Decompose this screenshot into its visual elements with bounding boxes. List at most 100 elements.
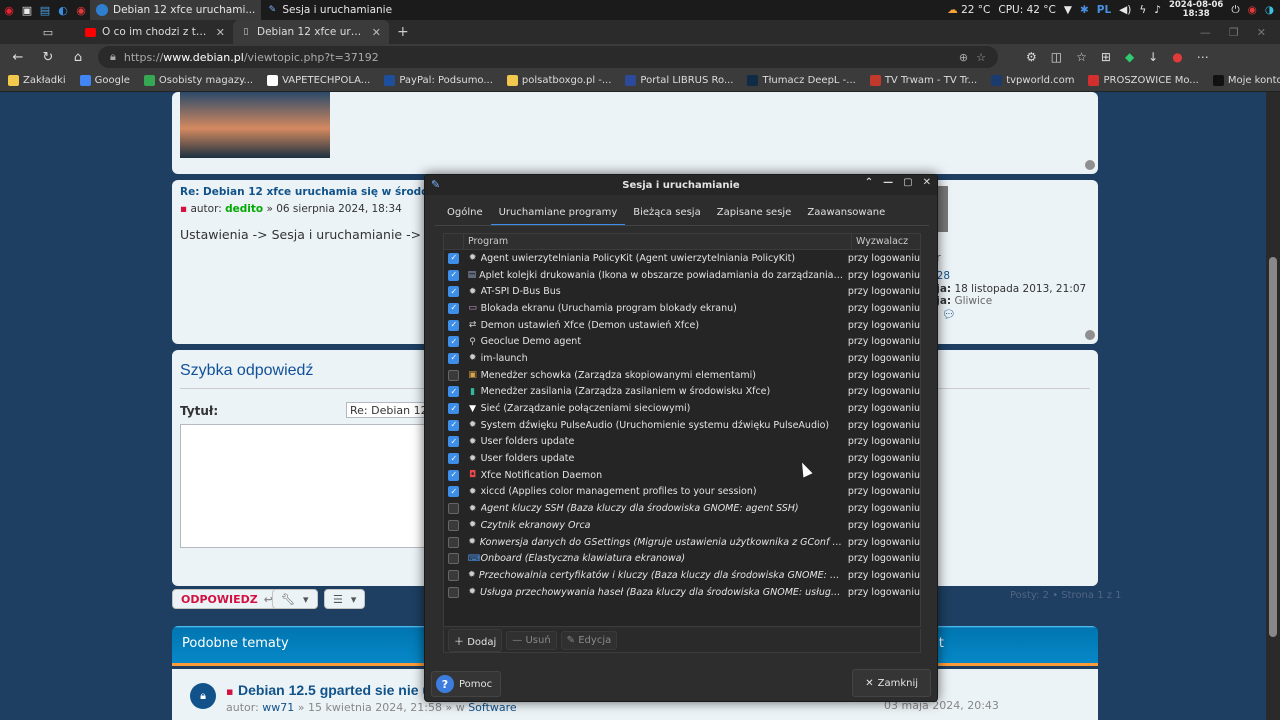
more-icon[interactable]: ⋯: [1197, 50, 1209, 64]
network-icon[interactable]: ▼: [1064, 4, 1072, 16]
enable-checkbox[interactable]: ✓: [448, 319, 460, 331]
autostart-row[interactable]: ✓ ✹ User folders update przy logowaniu: [444, 434, 920, 451]
bookmark-item[interactable]: Tłumacz DeepL -...: [747, 75, 856, 86]
tab-debian[interactable]: ▯ Debian 12 xfce uruchamia si ✕: [233, 20, 389, 44]
bookmark-item[interactable]: VAPETECHPOLA...: [267, 75, 370, 86]
enable-checkbox[interactable]: [448, 569, 460, 581]
downloads-icon[interactable]: ↓: [1148, 50, 1158, 64]
url-bar[interactable]: 🔒︎ https://www.debian.pl/viewtopic.php?t…: [98, 46, 998, 68]
enable-checkbox[interactable]: ✓: [448, 252, 460, 264]
autostart-row[interactable]: ✓ ✹ im-launch przy logowaniu: [444, 350, 920, 367]
add-button[interactable]: ＋ Dodaj: [448, 629, 503, 652]
weather-widget[interactable]: ☁ 22 °C: [947, 4, 990, 16]
enable-checkbox[interactable]: ✓: [448, 469, 460, 481]
sort-button[interactable]: ☰ ▾: [324, 589, 366, 609]
notifications-icon[interactable]: ♪: [1154, 4, 1161, 16]
topic-tools-button[interactable]: 🔧︎ ▾: [272, 589, 318, 609]
enable-checkbox[interactable]: [448, 553, 460, 565]
bookmark-item[interactable]: PayPal: Podsumo...: [384, 75, 493, 86]
power-icon[interactable]: ⏻: [1231, 4, 1239, 17]
home-icon[interactable]: ⌂: [68, 50, 88, 65]
contact-icon[interactable]: 💬︎: [942, 308, 956, 321]
bookmark-item[interactable]: TV Trwam - TV Tr...: [869, 75, 977, 86]
close-tab-icon[interactable]: ✕: [372, 26, 381, 39]
vpn-icon[interactable]: ◆: [1125, 50, 1134, 64]
file-manager-icon[interactable]: ▤: [37, 2, 53, 18]
enable-checkbox[interactable]: [448, 536, 460, 548]
close-button[interactable]: ✕ Zamknij: [852, 669, 931, 697]
help-button[interactable]: ? Pomoc: [431, 671, 502, 697]
autostart-row[interactable]: ✹ Przechowalnia certyfikatów i kluczy (Ba…: [444, 567, 920, 584]
enable-checkbox[interactable]: [448, 586, 460, 598]
tab-youtube[interactable]: O co im chodzi z tym Imagi ✕: [77, 20, 233, 44]
page-scrollbar[interactable]: [1266, 92, 1280, 720]
autostart-row[interactable]: ✓ ◘ Xfce Notification Daemon przy logowaniu: [444, 467, 920, 484]
enable-checkbox[interactable]: ✓: [448, 436, 460, 448]
reload-icon[interactable]: ↻: [38, 50, 58, 65]
similar-topic-title[interactable]: Debian 12.5 gparted sie nie ur: [238, 682, 436, 698]
favorites-icon[interactable]: ☆: [1076, 50, 1087, 64]
dialog-tab[interactable]: Uruchamiane programy: [490, 205, 626, 226]
minimize-icon[interactable]: —: [1200, 26, 1211, 39]
enable-checkbox[interactable]: ✓: [448, 352, 460, 364]
app-menu-icon[interactable]: ◉: [1, 2, 17, 18]
autostart-row[interactable]: ✹ Czytnik ekranowy Orca przy logowaniu: [444, 517, 920, 534]
autostart-row[interactable]: ✹ Agent kluczy SSH (Baza kluczy dla środo…: [444, 500, 920, 517]
new-tab-button[interactable]: +: [397, 24, 409, 40]
enable-checkbox[interactable]: [448, 519, 460, 531]
autostart-row[interactable]: ✹ Usługa przechowywania haseł (Baza klucz…: [444, 584, 920, 601]
autostart-row[interactable]: ✓ ▮ Menedżer zasilania (Zarządza zasilanie…: [444, 384, 920, 401]
enable-checkbox[interactable]: ✓: [448, 486, 460, 498]
similar-author-link[interactable]: ww71: [262, 701, 294, 714]
tab-actions-icon[interactable]: ▭: [40, 24, 56, 40]
vivaldi-launcher-icon[interactable]: ◉: [73, 2, 89, 18]
enable-checkbox[interactable]: ✓: [448, 419, 460, 431]
enable-checkbox[interactable]: ✓: [448, 302, 460, 314]
scrollbar-thumb[interactable]: [1269, 257, 1277, 637]
enable-checkbox[interactable]: ✓: [448, 336, 460, 348]
maximize-icon[interactable]: ❐: [1229, 26, 1239, 39]
zoom-icon[interactable]: ⊕: [959, 51, 968, 64]
autostart-row[interactable]: ⌨ Onboard (Elastyczna klawiatura ekranowa…: [444, 550, 920, 567]
vivaldi-tray-icon[interactable]: ◉: [1248, 4, 1257, 16]
autostart-row[interactable]: ✹ Konwersja danych do GSettings (Migruje …: [444, 534, 920, 551]
autostart-row[interactable]: ✓ ⚲ Geoclue Demo agent przy logowaniu: [444, 333, 920, 350]
bookmark-item[interactable]: PROSZOWICE Mo...: [1088, 75, 1199, 86]
bookmark-item[interactable]: Google: [79, 75, 130, 86]
reply-button[interactable]: ODPOWIEDZ ↩: [172, 589, 282, 609]
terminal-icon[interactable]: ▣: [19, 2, 35, 18]
clock[interactable]: 2024-08-06 18:38: [1169, 1, 1223, 19]
enable-checkbox[interactable]: [448, 503, 460, 515]
browser-launcher-icon[interactable]: ◐: [55, 2, 71, 18]
shade-icon[interactable]: ⌃: [865, 177, 873, 188]
profile-icon[interactable]: ●: [1172, 50, 1182, 64]
enable-checkbox[interactable]: ✓: [448, 453, 460, 465]
autostart-row[interactable]: ✓ ▼ Sieć (Zarządzanie połączeniami sieciow…: [444, 400, 920, 417]
taskbar-item-browser[interactable]: Debian 12 xfce uruchami...: [90, 0, 262, 20]
bookmark-item[interactable]: Osobisty magazy...: [143, 75, 253, 86]
remove-button[interactable]: — Usuń: [506, 631, 557, 650]
minimize-icon[interactable]: —: [883, 177, 893, 188]
bookmark-item[interactable]: tvpworld.com: [991, 75, 1074, 86]
volume-icon[interactable]: ◀): [1119, 4, 1131, 16]
autostart-row[interactable]: ✓ ✹ System dźwięku PulseAudio (Uruchomieni…: [444, 417, 920, 434]
bluetooth-icon[interactable]: ✱: [1080, 4, 1089, 16]
enable-checkbox[interactable]: [448, 369, 460, 381]
maximize-icon[interactable]: ▢: [903, 177, 912, 188]
autostart-row[interactable]: ✓ ✹ AT-SPI D-Bus Bus przy logowaniu: [444, 283, 920, 300]
scroll-top-icon[interactable]: [1085, 330, 1095, 340]
dialog-tab[interactable]: Zapisane sesje: [709, 205, 800, 226]
edit-button[interactable]: ✎ Edycja: [560, 631, 618, 650]
enable-checkbox[interactable]: ✓: [448, 286, 460, 298]
autostart-row[interactable]: ✓ ▭ Blokada ekranu (Uruchamia program blok…: [444, 300, 920, 317]
autostart-row[interactable]: ✓ ✹ User folders update przy logowaniu: [444, 450, 920, 467]
edge-tray-icon[interactable]: ◑: [1265, 4, 1274, 16]
back-icon[interactable]: ←: [8, 50, 28, 65]
dialog-tab[interactable]: Ogólne: [439, 205, 491, 226]
close-window-icon[interactable]: ✕: [1257, 26, 1266, 39]
bookmark-item[interactable]: polsatboxgo.pl -...: [506, 75, 611, 86]
close-tab-icon[interactable]: ✕: [216, 26, 225, 39]
extensions-icon[interactable]: ⚙: [1026, 50, 1037, 64]
autostart-row[interactable]: ✓ ⇄ Demon ustawień Xfce (Demon ustawień Xf…: [444, 317, 920, 334]
autostart-row[interactable]: ▣ Menedżer schowka (Zarządza skopiowanymi…: [444, 367, 920, 384]
